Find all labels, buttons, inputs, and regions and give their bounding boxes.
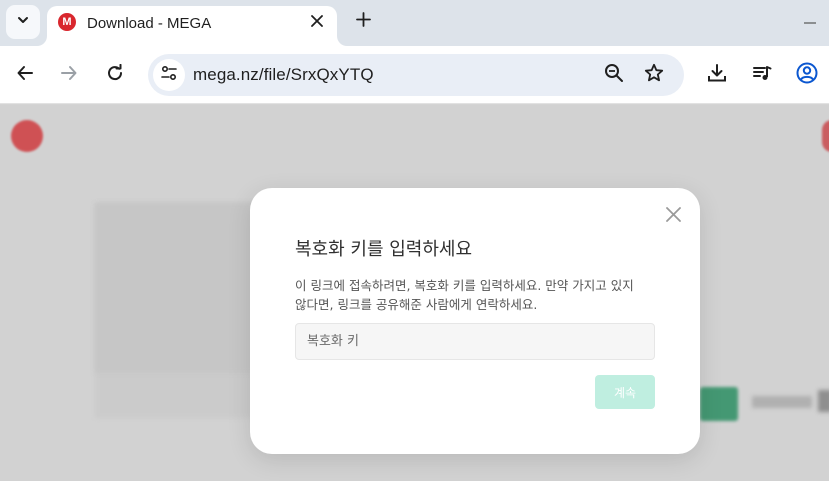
download-icon — [707, 63, 727, 88]
decryption-key-input[interactable] — [295, 323, 655, 360]
download-button-background — [700, 387, 738, 421]
minimize-button[interactable] — [800, 11, 820, 31]
profile-button[interactable] — [792, 60, 822, 90]
active-tab[interactable]: M Download - MEGA — [47, 6, 337, 46]
forward-button[interactable] — [54, 60, 84, 90]
background-link — [752, 396, 812, 408]
dialog-title: 복호화 키를 입력하세요 — [295, 239, 473, 260]
browser-toolbar: mega.nz/file/SrxQxYTQ — [0, 46, 829, 104]
minimize-icon — [803, 12, 817, 30]
dialog-description-line-1: 이 링크에 접속하려면, 복호화 키를 입력하세요. 만약 가지고 있지 — [295, 278, 634, 293]
dialog-close-button[interactable] — [662, 206, 684, 228]
close-icon — [665, 207, 681, 227]
account-avatar — [822, 120, 829, 152]
back-button[interactable] — [10, 60, 40, 90]
url-text[interactable]: mega.nz/file/SrxQxYTQ — [193, 65, 374, 85]
tab-close-button[interactable] — [306, 12, 328, 34]
reload-button[interactable] — [100, 60, 130, 90]
tab-strip: M Download - MEGA — [0, 0, 829, 46]
zoom-out-icon — [604, 63, 624, 88]
plus-icon — [355, 12, 371, 32]
mega-logo-icon — [11, 120, 43, 152]
background-control — [818, 390, 829, 412]
address-bar[interactable]: mega.nz/file/SrxQxYTQ — [148, 54, 684, 96]
dialog-description-line-2: 않다면, 링크를 공유해준 사람에게 연락하세요. — [295, 297, 538, 312]
forward-icon — [60, 64, 78, 87]
new-tab-button[interactable] — [350, 9, 376, 35]
site-info-button[interactable] — [153, 59, 185, 91]
star-icon — [644, 63, 664, 88]
reload-icon — [106, 63, 124, 87]
bookmark-button[interactable] — [640, 61, 668, 89]
tab-title: Download - MEGA — [87, 15, 212, 32]
continue-button[interactable]: 계속 — [595, 375, 655, 409]
favicon-letter: M — [62, 16, 72, 28]
back-icon — [16, 64, 34, 87]
profile-icon — [796, 62, 818, 89]
tab-search-button[interactable] — [6, 5, 40, 39]
chevron-down-icon — [16, 13, 30, 32]
close-icon — [311, 14, 323, 32]
zoom-button[interactable] — [600, 61, 628, 89]
media-controls-button[interactable] — [747, 60, 777, 90]
media-queue-icon — [752, 63, 772, 88]
dialog-description: 이 링크에 접속하려면, 복호화 키를 입력하세요. 만약 가지고 있지 않다면… — [295, 276, 665, 314]
site-info-icon — [160, 64, 178, 87]
downloads-button[interactable] — [702, 60, 732, 90]
mega-favicon-icon: M — [58, 13, 76, 31]
decryption-key-dialog: 복호화 키를 입력하세요 이 링크에 접속하려면, 복호화 키를 입력하세요. … — [250, 188, 700, 454]
